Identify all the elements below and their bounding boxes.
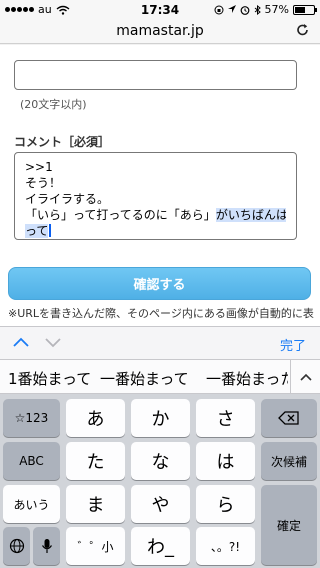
lock-rotation-icon: [214, 5, 224, 14]
key-na[interactable]: な: [131, 442, 190, 480]
key-ka[interactable]: か: [131, 399, 190, 437]
comment-line: イライラする。: [25, 192, 110, 206]
key-punctuation[interactable]: 、。?!: [196, 527, 255, 565]
comment-marked-text: って: [25, 224, 49, 238]
candidate-item[interactable]: 一番始まって: [92, 368, 197, 389]
bluetooth-icon: [254, 4, 261, 15]
confirm-button[interactable]: 確認する: [8, 267, 311, 300]
keyboard-accessory-bar: 完了: [0, 326, 320, 359]
key-ma[interactable]: ま: [66, 485, 125, 523]
candidate-bar: 1番始まって 一番始まって 一番始まった: [0, 359, 320, 394]
battery-percent: 57%: [264, 3, 289, 16]
candidate-item[interactable]: 1番始まって: [0, 368, 99, 389]
key-number-mode[interactable]: ☆123: [3, 399, 60, 437]
comment-textarea[interactable]: >>1 そう！ イライラする。 「いら」って打ってるのに「あら」がいちばんはじめ…: [14, 152, 297, 240]
key-wa[interactable]: わ_: [131, 527, 190, 565]
key-ta[interactable]: た: [66, 442, 125, 480]
url-text[interactable]: mamastar.jp: [0, 23, 320, 39]
key-globe[interactable]: [3, 527, 30, 565]
url-bar[interactable]: mamastar.jp: [0, 20, 320, 44]
key-ra[interactable]: ら: [196, 485, 255, 523]
key-ya[interactable]: や: [131, 485, 190, 523]
comment-line: 「いら」って打ってるのに「あら」がいちばんはじめ: [25, 207, 286, 223]
title-input[interactable]: [14, 60, 297, 90]
char-limit-hint: (20文字以内): [20, 98, 87, 111]
comment-line: そう！: [25, 176, 62, 190]
expand-candidates-button[interactable]: [290, 360, 320, 394]
key-ha[interactable]: は: [196, 442, 255, 480]
reload-icon[interactable]: [296, 23, 310, 37]
comment-line: って: [25, 223, 286, 239]
key-next-candidate[interactable]: 次候補: [261, 442, 317, 480]
key-confirm[interactable]: 確定: [261, 485, 317, 565]
chevron-up-icon[interactable]: [12, 335, 30, 349]
location-icon: [227, 4, 236, 13]
web-content: (20文字以内) コメント［必須］ >>1 そう！ イライラする。 「いら」って…: [0, 45, 320, 326]
comment-line-text: 「いら」って打ってるのに「あら」: [25, 208, 216, 222]
globe-icon: [9, 538, 24, 554]
notice-text: ※URLを書き込んだ際、そのページ内にある画像が自動的に表: [8, 307, 314, 320]
key-abc-mode[interactable]: ABC: [3, 442, 60, 480]
battery-fill: [295, 6, 306, 13]
microphone-icon: [41, 539, 52, 553]
chevron-up-icon: [299, 373, 312, 381]
comment-label: コメント［必須］: [14, 135, 111, 149]
key-dictation[interactable]: [33, 527, 60, 565]
key-sa[interactable]: さ: [196, 399, 255, 437]
key-a[interactable]: あ: [66, 399, 125, 437]
text-caret: [49, 224, 52, 237]
backspace-icon: [278, 411, 299, 425]
status-bar: au 17:34 57%: [0, 0, 320, 20]
chevron-down-icon[interactable]: [44, 335, 62, 349]
key-delete[interactable]: [261, 399, 317, 437]
done-button[interactable]: 完了: [280, 335, 306, 354]
key-kana-mode[interactable]: あいう: [3, 485, 60, 523]
candidate-item[interactable]: 一番始まった: [198, 368, 288, 389]
comment-marked-text: がいちばんはじめ: [215, 208, 286, 222]
battery-icon: [293, 4, 317, 15]
comment-line: >>1: [25, 160, 53, 174]
key-dakuten[interactable]: ゛゜小: [66, 527, 125, 565]
alarm-icon: [240, 5, 249, 15]
status-right: 57%: [214, 3, 317, 16]
flick-keyboard: ☆123 ABC あいう あ か さ た な は ま や ら ゛゜小 わ_ 、。…: [0, 394, 320, 568]
